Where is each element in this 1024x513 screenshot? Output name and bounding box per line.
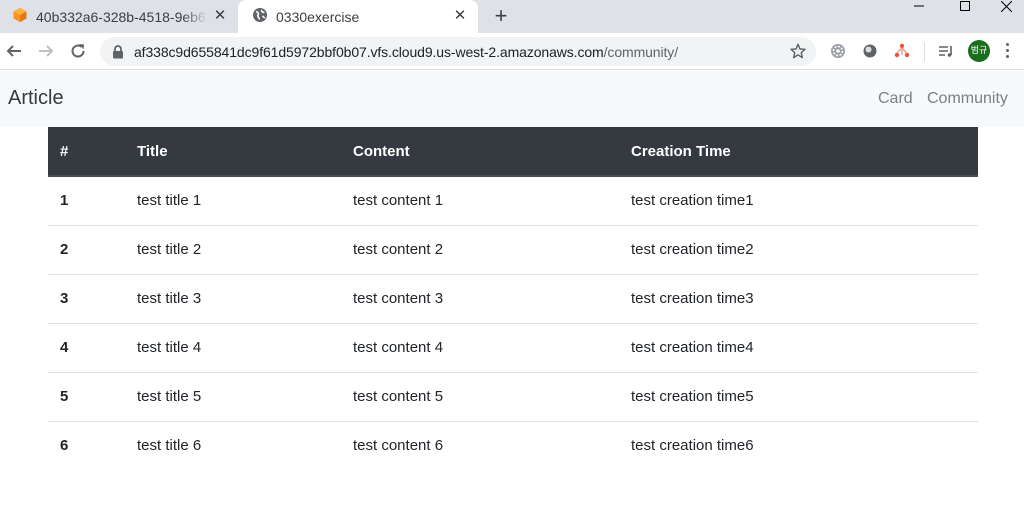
url-path: /community/	[603, 43, 678, 60]
row-creation-time: test creation time6	[619, 420, 978, 470]
row-title: test title 6	[125, 420, 341, 470]
gear-extension-icon[interactable]	[830, 43, 846, 59]
navbar-brand[interactable]: Article	[8, 87, 64, 110]
back-arrow-icon[interactable]	[4, 41, 24, 61]
tab-close-icon[interactable]: ✕	[212, 8, 228, 24]
row-title: test title 5	[125, 371, 341, 421]
media-queue-icon[interactable]	[938, 43, 954, 59]
browser-tab-cloud9[interactable]: 40b332a6-328b-4518-9eb6 ✕	[0, 0, 238, 33]
maximize-icon[interactable]	[942, 0, 988, 12]
row-number: 5	[48, 371, 125, 421]
network-extension-icon[interactable]	[894, 43, 910, 59]
community-table: # Title Content Creation Time 1 test tit…	[48, 127, 978, 470]
globe-icon	[252, 7, 268, 26]
nav-link-community[interactable]: Community	[927, 90, 1008, 108]
row-creation-time: test creation time4	[619, 322, 978, 372]
page-navbar: Article Card Community	[0, 71, 1024, 127]
url-text: af338c9d655841dc9f61d5972bbf0b07.vfs.clo…	[134, 44, 678, 60]
column-header-title: Title	[125, 127, 341, 177]
row-creation-time: test creation time5	[619, 371, 978, 421]
row-title: test title 4	[125, 322, 341, 372]
row-number: 3	[48, 273, 125, 323]
table-row: 4 test title 4 test content 4 test creat…	[48, 322, 978, 372]
row-title: test title 3	[125, 273, 341, 323]
tab-title: 0330exercise	[276, 8, 360, 25]
column-header-content: Content	[341, 127, 619, 177]
row-number: 6	[48, 420, 125, 470]
row-content: test content 1	[353, 192, 444, 210]
bookmark-star-icon[interactable]	[790, 43, 806, 59]
table-row: 2 test title 2 test content 2 test creat…	[48, 224, 978, 274]
tab-close-icon[interactable]: ✕	[452, 8, 468, 24]
tab-title: 40b332a6-328b-4518-9eb6	[36, 8, 206, 25]
row-content: test content 6	[341, 420, 619, 470]
table-header: # Title Content Creation Time	[48, 127, 978, 177]
row-content: test content 3	[341, 273, 619, 323]
browser-tab-active[interactable]: 0330exercise ✕	[238, 0, 478, 33]
row-content: test content 2	[341, 224, 619, 274]
column-header-number: #	[48, 127, 125, 177]
row-title: test title 2	[125, 224, 341, 274]
new-tab-icon[interactable]: +	[490, 5, 512, 27]
row-creation-time: test creation time1	[631, 192, 754, 210]
row-number: 1	[60, 192, 69, 210]
row-number: 2	[48, 224, 125, 274]
browser-tabstrip: 40b332a6-328b-4518-9eb6 ✕ 0330exercise ✕…	[0, 0, 1024, 33]
url-host: af338c9d655841dc9f61d5972bbf0b07.vfs.clo…	[134, 43, 604, 60]
profile-avatar[interactable]: 범규	[968, 40, 990, 62]
row-number: 4	[48, 322, 125, 372]
circle-extension-icon[interactable]	[862, 43, 878, 59]
column-header-creation-time: Creation Time	[619, 127, 978, 177]
close-window-icon[interactable]	[988, 0, 1024, 12]
address-bar[interactable]: af338c9d655841dc9f61d5972bbf0b07.vfs.clo…	[100, 37, 816, 66]
toolbar-divider	[924, 43, 925, 61]
row-creation-time: test creation time3	[619, 273, 978, 323]
row-title: test title 1	[137, 192, 202, 210]
table-row: 1 test title 1 test content 1 test creat…	[48, 176, 978, 225]
table-row: 6 test title 6 test content 6 test creat…	[48, 420, 978, 470]
menu-kebab-icon[interactable]	[1006, 43, 1010, 59]
table-row: 3 test title 3 test content 3 test creat…	[48, 273, 978, 323]
row-creation-time: test creation time2	[619, 224, 978, 274]
browser-toolbar: af338c9d655841dc9f61d5972bbf0b07.vfs.clo…	[0, 33, 1024, 70]
table-body: 1 test title 1 test content 1 test creat…	[48, 176, 978, 470]
minimize-icon[interactable]	[896, 0, 942, 12]
table-header-row: # Title Content Creation Time	[48, 127, 978, 177]
orange-cube-icon	[12, 7, 28, 26]
lock-icon[interactable]	[112, 44, 126, 59]
nav-link-card[interactable]: Card	[878, 90, 913, 108]
forward-arrow-icon[interactable]	[36, 41, 56, 61]
row-content: test content 5	[341, 371, 619, 421]
reload-icon[interactable]	[68, 41, 88, 61]
row-content: test content 4	[341, 322, 619, 372]
community-table-container: # Title Content Creation Time 1 test tit…	[48, 127, 978, 470]
table-row: 5 test title 5 test content 5 test creat…	[48, 371, 978, 421]
